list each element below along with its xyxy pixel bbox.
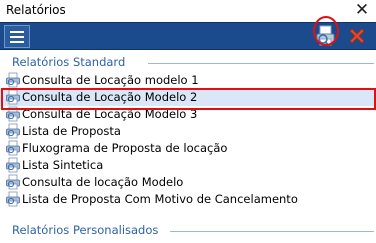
report-item-label: Consulta de Locação modelo 1: [22, 73, 199, 87]
group-header-custom: Relatórios Personalisados: [12, 223, 159, 237]
report-item-label: Consulta de locação Modelo: [22, 175, 184, 189]
hamburger-menu-icon: [10, 31, 24, 33]
toolbar: [0, 22, 376, 50]
report-list-item[interactable]: Consulta de Locação modelo 1: [0, 72, 376, 89]
report-printer-icon: [5, 157, 21, 173]
report-printer-icon: [5, 123, 21, 139]
report-list-item[interactable]: Fluxograma de Proposta de locação: [0, 140, 376, 157]
hamburger-menu-icon-bar-3: [10, 41, 24, 43]
report-printer-icon: [5, 72, 21, 88]
report-printer-icon: [5, 140, 21, 156]
group-divider-custom: [170, 231, 374, 232]
hamburger-menu-icon-bar-2: [10, 36, 24, 38]
report-item-label: Consulta de Locação Modelo 2: [22, 90, 198, 104]
report-item-label: Fluxograma de Proposta de locação: [22, 141, 228, 155]
report-list-item[interactable]: Lista de Proposta: [0, 123, 376, 140]
red-x-icon: [349, 28, 365, 44]
report-list-item[interactable]: Consulta de Locação Modelo 3: [0, 106, 376, 123]
report-list-item[interactable]: Consulta de Locação Modelo 2: [0, 89, 376, 106]
report-item-label: Lista de Proposta Com Motivo de Cancelam…: [22, 192, 298, 206]
close-window-button[interactable]: ✕: [354, 1, 370, 19]
report-printer-icon: [5, 191, 21, 207]
reports-panel: Relatórios Standard Consulta de Locação …: [0, 50, 376, 243]
reports-window: Relatórios ✕ Relatórios Standard Consult…: [0, 0, 376, 243]
report-list-item[interactable]: Lista de Proposta Com Motivo de Cancelam…: [0, 191, 376, 208]
report-list-item[interactable]: Lista Sintetica: [0, 157, 376, 174]
report-item-label: Lista de Proposta: [22, 124, 121, 138]
cancel-button[interactable]: [346, 25, 368, 47]
group-divider-standard: [148, 63, 374, 64]
report-printer-icon: [5, 89, 21, 105]
group-header-standard: Relatórios Standard: [12, 55, 126, 69]
menu-button[interactable]: [4, 25, 30, 48]
window-title: Relatórios: [6, 3, 66, 17]
print-preview-button[interactable]: [314, 24, 338, 48]
report-list-item[interactable]: Consulta de locação Modelo: [0, 174, 376, 191]
report-item-label: Consulta de Locação Modelo 3: [22, 107, 198, 121]
print-preview-icon: [316, 25, 335, 46]
report-printer-icon: [5, 106, 21, 122]
report-item-label: Lista Sintetica: [22, 158, 104, 172]
report-printer-icon: [5, 174, 21, 190]
title-bar: Relatórios ✕: [0, 0, 376, 22]
